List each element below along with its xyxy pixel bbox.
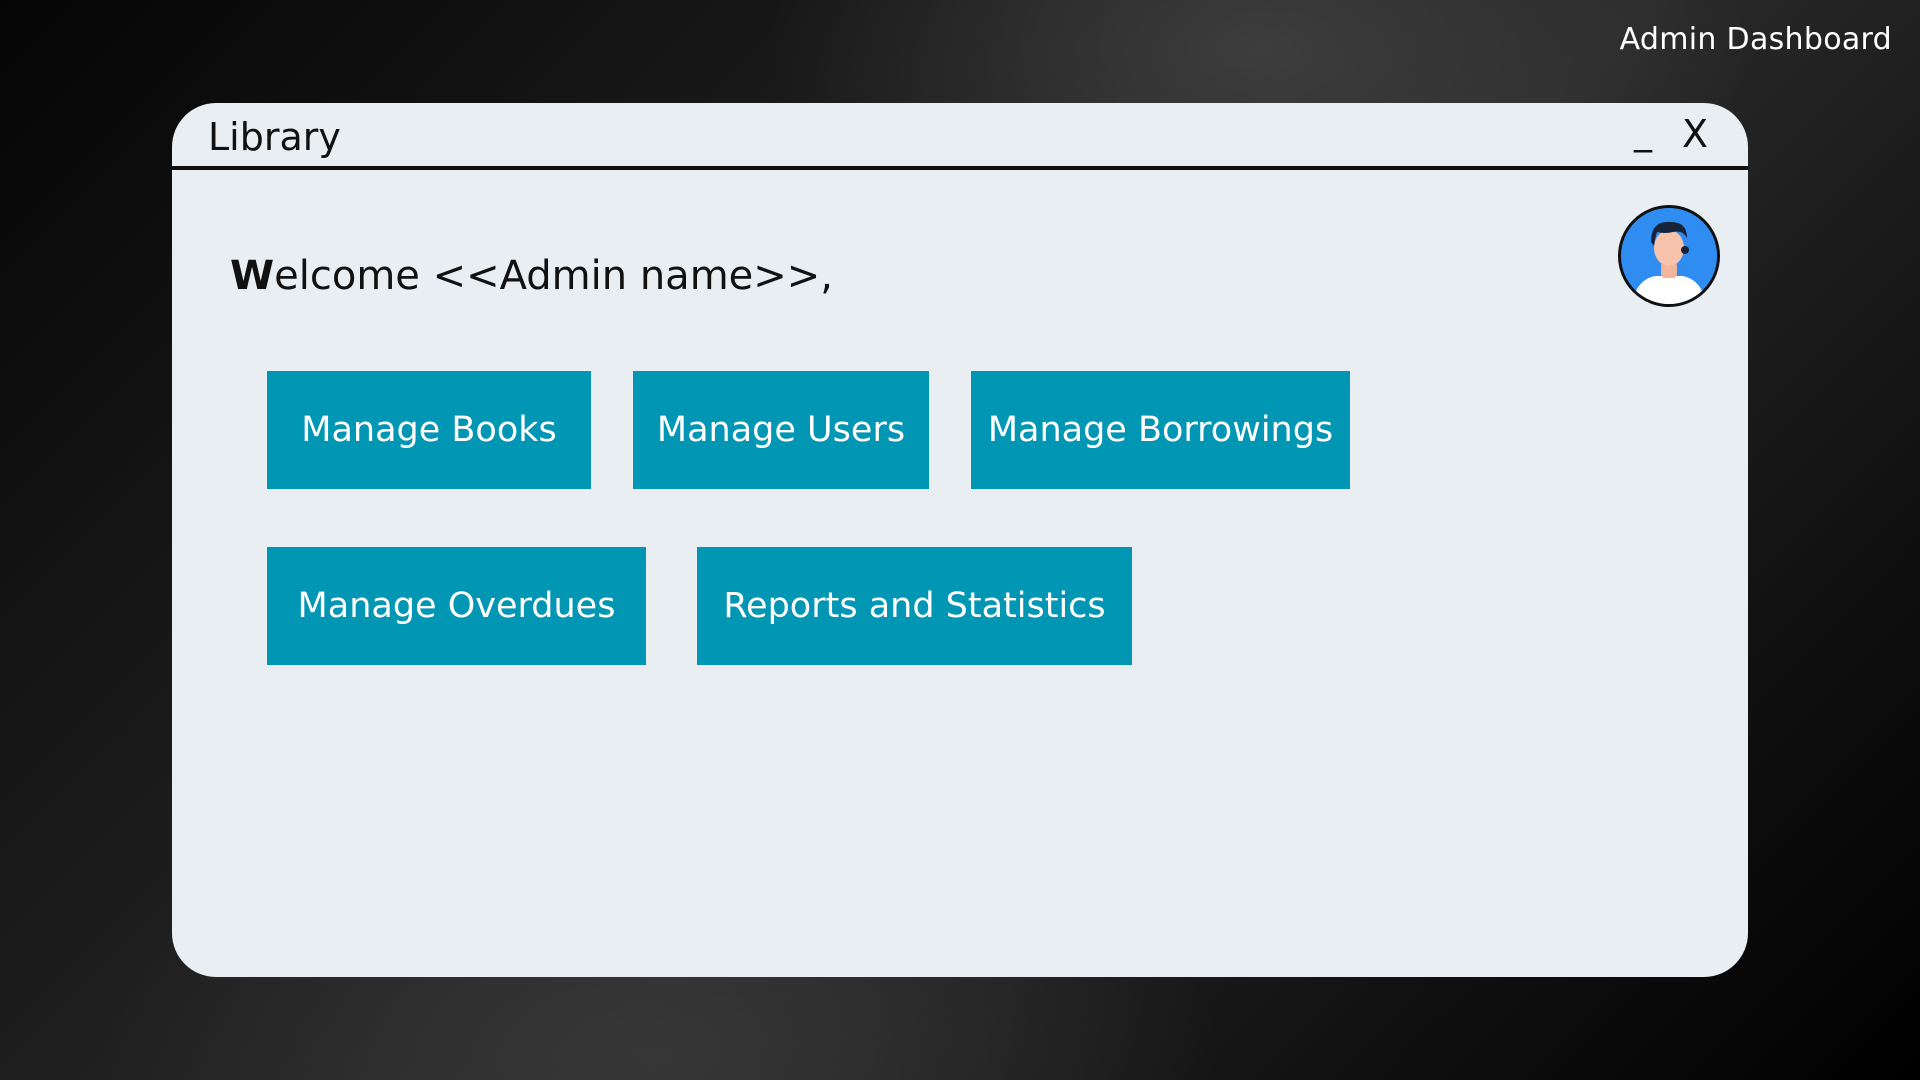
welcome-text: elcome <<Admin name>>,	[274, 253, 834, 299]
reports-and-statistics-button[interactable]: Reports and Statistics	[697, 547, 1132, 665]
window-title: Library	[208, 115, 341, 159]
welcome-message: Welcome <<Admin name>>,	[230, 253, 833, 299]
page-title: Admin Dashboard	[1619, 22, 1892, 57]
library-window: Library _ X Welcome <<Admin name>>, Mana…	[172, 103, 1748, 977]
manage-users-button[interactable]: Manage Users	[633, 371, 929, 489]
window-titlebar: Library _ X	[172, 103, 1748, 170]
user-avatar-icon[interactable]	[1618, 205, 1720, 307]
welcome-initial: W	[230, 253, 275, 299]
manage-overdues-button[interactable]: Manage Overdues	[267, 547, 646, 665]
close-button[interactable]: X	[1682, 115, 1708, 153]
manage-borrowings-button[interactable]: Manage Borrowings	[971, 371, 1350, 489]
minimize-button[interactable]: _	[1634, 115, 1652, 151]
manage-books-button[interactable]: Manage Books	[267, 371, 591, 489]
